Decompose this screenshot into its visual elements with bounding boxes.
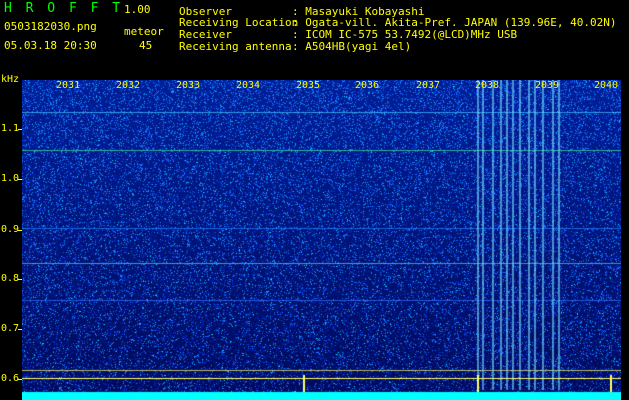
- image-filename: 0503182030.png: [4, 20, 97, 33]
- y-tick-label: 1.0: [1, 173, 20, 184]
- x-tick-label: 2038: [475, 80, 500, 91]
- x-tick-label: 2034: [236, 80, 261, 91]
- frequency-unit: kHz: [1, 74, 20, 85]
- meteor-label: meteor: [124, 25, 164, 38]
- x-tick-label: 2037: [416, 80, 441, 91]
- y-tick-label: 0.8: [1, 273, 20, 284]
- capture-datetime: 05.03.18 20:30: [4, 39, 97, 52]
- y-tick-label: 0.9: [1, 224, 20, 235]
- app-brand: H R O F F T: [4, 1, 124, 16]
- x-tick-label: 2033: [176, 80, 201, 91]
- y-tick-label: 0.7: [1, 323, 20, 334]
- y-tick-label: 0.6: [1, 373, 20, 384]
- x-tick-label: 2036: [355, 80, 380, 91]
- y-tick-label: 1.1: [1, 123, 20, 134]
- spectrogram-waterfall: [22, 80, 621, 400]
- antenna-value: : A504HB(yagi 4el): [292, 40, 412, 53]
- antenna-label: Receiving antenna: [179, 40, 292, 53]
- app-version: 1.00: [124, 3, 151, 16]
- x-tick-label: 2035: [296, 80, 321, 91]
- x-tick-label: 2040: [594, 80, 619, 91]
- x-tick-label: 2031: [56, 80, 81, 91]
- meteor-count: 45: [139, 39, 153, 52]
- x-tick-label: 2039: [535, 80, 560, 91]
- x-tick-label: 2032: [116, 80, 141, 91]
